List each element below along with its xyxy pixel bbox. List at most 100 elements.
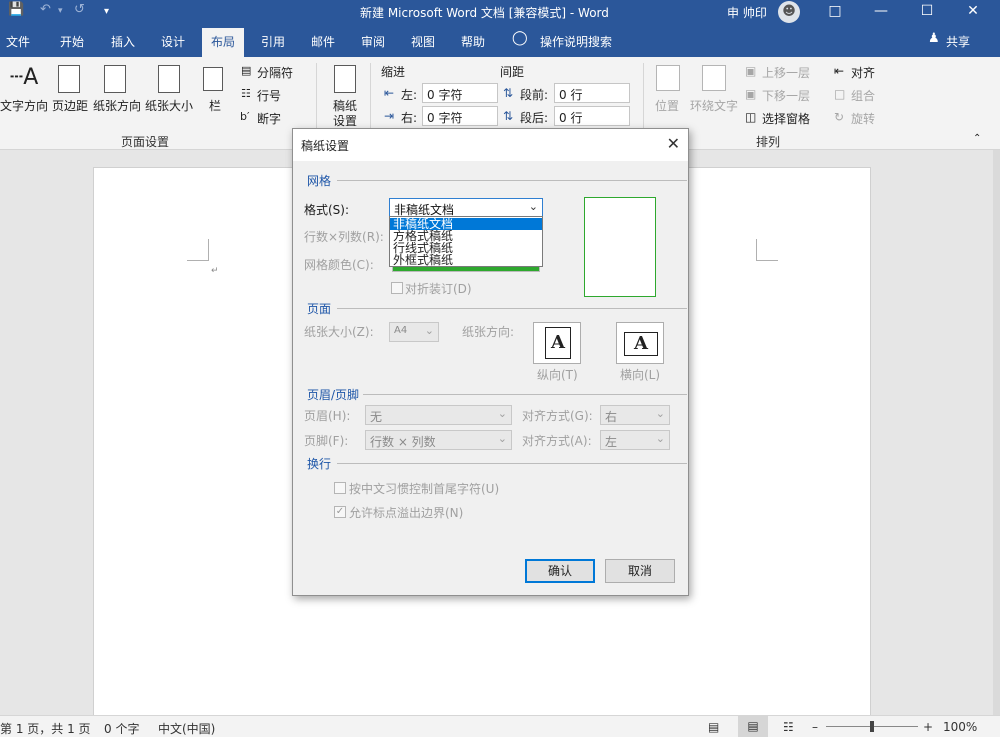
breaks-button[interactable]: 分隔符	[257, 64, 293, 81]
indent-title: 缩进	[381, 65, 406, 79]
landscape-label: 横向(L)	[620, 368, 661, 382]
portrait-label: 纵向(T)	[537, 368, 578, 382]
tab-home[interactable]: 开始	[60, 33, 84, 50]
align-button[interactable]: 对齐	[851, 64, 875, 81]
vertical-scrollbar[interactable]	[993, 150, 1000, 715]
format-option[interactable]: 方格式稿纸	[390, 230, 542, 242]
text-direction-button[interactable]: 文字方向	[0, 97, 48, 114]
hyphenation-button[interactable]: 断字	[257, 110, 281, 127]
punct-overflow-checkbox[interactable]: ✓	[334, 506, 346, 518]
bring-forward-button[interactable]: 上移一层	[762, 64, 810, 81]
maximize-icon[interactable]: ☐	[904, 0, 950, 24]
zoom-slider-thumb[interactable]	[870, 721, 874, 732]
tab-references[interactable]: 引用	[261, 33, 285, 50]
tab-layout[interactable]: 布局	[202, 28, 245, 57]
size-icon[interactable]	[158, 65, 180, 93]
word-count[interactable]: 0 个字	[104, 720, 139, 737]
line-numbers-icon[interactable]: ☷	[241, 87, 251, 100]
tab-help[interactable]: 帮助	[461, 33, 485, 50]
position-button[interactable]: 位置	[655, 97, 679, 114]
orientation-icon[interactable]	[104, 65, 126, 93]
tab-review[interactable]: 审阅	[361, 33, 385, 50]
tab-design[interactable]: 设计	[161, 33, 185, 50]
share-button[interactable]: 共享	[946, 33, 970, 50]
spacing-after-label: 段后:	[520, 111, 549, 125]
manuscript-label-2[interactable]: 设置	[333, 112, 357, 129]
selection-pane-button[interactable]: 选择窗格	[762, 110, 810, 127]
undo-icon[interactable]: ↶	[40, 2, 51, 17]
zoom-out-icon[interactable]: –	[812, 720, 818, 734]
footer-align-select[interactable]: 左 ⌄	[600, 430, 670, 450]
redo-icon[interactable]: ↺	[74, 2, 85, 17]
header-footer-section-title: 页眉/页脚	[307, 388, 360, 402]
tab-mailings[interactable]: 邮件	[311, 33, 335, 50]
grid-color-label: 网格颜色(C):	[304, 258, 374, 272]
footer-select[interactable]: 行数 × 列数 ⌄	[365, 430, 512, 450]
share-person-icon[interactable]: ♟	[928, 31, 940, 46]
status-bar: 第 1 页，共 1 页 0 个字 中文(中国) ▤ ▤ ☷ – + 100%	[0, 715, 1000, 737]
close-window-icon[interactable]: ✕	[950, 0, 996, 24]
line-numbers-button[interactable]: 行号	[257, 87, 281, 104]
hyphenation-icon[interactable]: b′	[240, 110, 249, 123]
zoom-in-icon[interactable]: +	[923, 720, 933, 734]
send-backward-button[interactable]: 下移一层	[762, 87, 810, 104]
collapse-ribbon-icon[interactable]: ⌃	[973, 133, 981, 144]
spacing-before-input[interactable]: 0 行	[554, 83, 630, 103]
user-avatar-icon[interactable]: ☻	[778, 1, 800, 23]
indent-left-icon: ⇤	[384, 86, 395, 100]
tab-view[interactable]: 视图	[411, 33, 435, 50]
columns-button[interactable]: 栏	[209, 97, 221, 114]
size-button[interactable]: 纸张大小	[145, 97, 193, 114]
header-select[interactable]: 无 ⌄	[365, 405, 512, 425]
read-mode-icon[interactable]: ▤	[708, 720, 719, 734]
orientation-button[interactable]: 纸张方向	[93, 97, 141, 114]
ok-button[interactable]: 确认	[525, 559, 595, 583]
indent-left-input[interactable]: 0 字符	[422, 83, 498, 103]
save-icon[interactable]: 💾	[8, 2, 24, 17]
format-dropdown-list: 非稿纸文档 方格式稿纸 行线式稿纸 外框式稿纸	[389, 216, 543, 267]
indent-right-input[interactable]: 0 字符	[422, 106, 498, 126]
chinese-rules-checkbox[interactable]	[334, 482, 346, 494]
format-option[interactable]: 非稿纸文档	[390, 218, 542, 230]
zoom-level[interactable]: 100%	[943, 720, 977, 734]
customize-qat-icon[interactable]: ▾	[104, 6, 109, 17]
user-name[interactable]: 申 帅印	[727, 4, 767, 21]
tab-insert[interactable]: 插入	[111, 33, 135, 50]
section-divider	[337, 463, 687, 464]
format-option[interactable]: 行线式稿纸	[390, 242, 542, 254]
dialog-close-icon[interactable]: ✕	[667, 134, 680, 153]
format-select[interactable]: 非稿纸文档 ⌄	[389, 198, 543, 218]
spacing-before-label: 段前:	[520, 88, 549, 102]
tell-me-search[interactable]: 操作说明搜索	[540, 33, 612, 50]
format-option[interactable]: 外框式稿纸	[390, 254, 542, 266]
spacing-before-icon: ⇅	[503, 86, 514, 100]
margins-icon[interactable]	[58, 65, 80, 93]
undo-dropdown-icon[interactable]: ▾	[58, 6, 63, 16]
section-divider	[337, 180, 687, 181]
group-button[interactable]: 组合	[851, 87, 875, 104]
language-indicator[interactable]: 中文(中国)	[158, 720, 215, 737]
paper-size-select[interactable]: A4 ⌄	[389, 322, 439, 342]
header-align-select[interactable]: 右 ⌄	[600, 405, 670, 425]
wrap-text-button[interactable]: 环绕文字	[690, 97, 738, 114]
columns-icon[interactable]	[203, 67, 223, 91]
position-icon[interactable]	[656, 65, 680, 91]
page-count[interactable]: 第 1 页，共 1 页	[0, 720, 91, 737]
web-layout-icon[interactable]: ☷	[783, 720, 794, 734]
spacing-after-input[interactable]: 0 行	[554, 106, 630, 126]
portrait-button[interactable]: A	[533, 322, 581, 364]
rotate-button[interactable]: 旋转	[851, 110, 875, 127]
tab-file[interactable]: 文件	[6, 33, 30, 50]
text-direction-icon[interactable]: ┄A	[10, 63, 38, 93]
manuscript-icon[interactable]	[334, 65, 356, 93]
margins-button[interactable]: 页边距	[52, 97, 88, 114]
minimize-icon[interactable]: —	[858, 0, 904, 24]
fold-binding-checkbox[interactable]	[391, 282, 403, 294]
ribbon-display-options-icon[interactable]: □	[812, 0, 858, 24]
cancel-button[interactable]: 取消	[605, 559, 675, 583]
grid-section-title: 网格	[307, 174, 332, 188]
landscape-button[interactable]: A	[616, 322, 664, 364]
breaks-icon[interactable]: ▤	[241, 64, 251, 77]
print-layout-icon[interactable]: ▤	[738, 716, 768, 737]
wrap-text-icon[interactable]	[702, 65, 726, 91]
